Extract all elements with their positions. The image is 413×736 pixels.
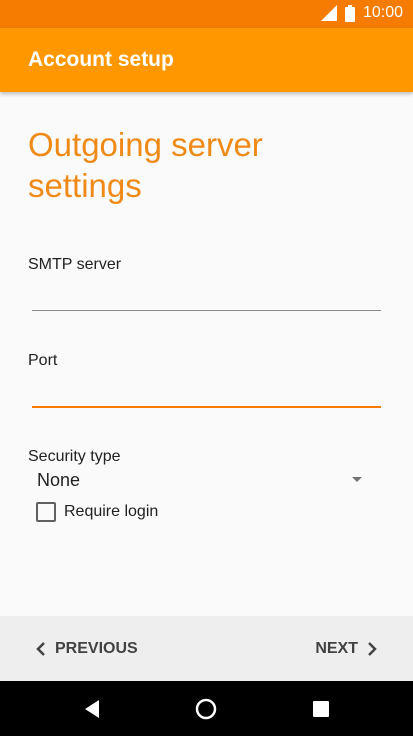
next-button[interactable]: NEXT <box>315 616 377 681</box>
security-type-label: Security type <box>28 448 121 465</box>
bottom-navigation: PREVIOUS NEXT <box>0 616 413 681</box>
signal-icon <box>320 5 337 21</box>
app-title: Account setup <box>28 48 174 71</box>
smtp-server-underline <box>32 310 381 311</box>
chevron-left-icon <box>36 641 45 656</box>
back-icon[interactable] <box>80 697 104 721</box>
previous-button[interactable]: PREVIOUS <box>36 616 138 681</box>
status-icons: 10:00 <box>320 4 403 22</box>
port-underline <box>32 406 381 408</box>
system-navigation-bar <box>0 681 413 736</box>
page-title: Outgoing server settings <box>28 126 263 204</box>
app-bar: Account setup <box>0 28 413 92</box>
port-input[interactable] <box>32 376 381 406</box>
chevron-right-icon <box>368 641 377 656</box>
previous-label: PREVIOUS <box>55 639 138 657</box>
require-login-checkbox[interactable] <box>36 502 56 522</box>
require-login-label[interactable]: Require login <box>64 503 158 521</box>
smtp-server-label: SMTP server <box>28 256 122 273</box>
security-type-select[interactable]: None <box>37 470 80 491</box>
home-icon[interactable] <box>194 697 218 721</box>
smtp-server-input[interactable] <box>32 280 381 310</box>
dropdown-arrow-icon[interactable] <box>352 477 362 482</box>
recents-icon[interactable] <box>309 697 333 721</box>
status-time: 10:00 <box>362 4 403 21</box>
battery-icon <box>344 4 355 22</box>
port-label: Port <box>28 352 58 369</box>
next-label: NEXT <box>315 639 358 657</box>
status-bar: 10:00 <box>0 0 413 28</box>
